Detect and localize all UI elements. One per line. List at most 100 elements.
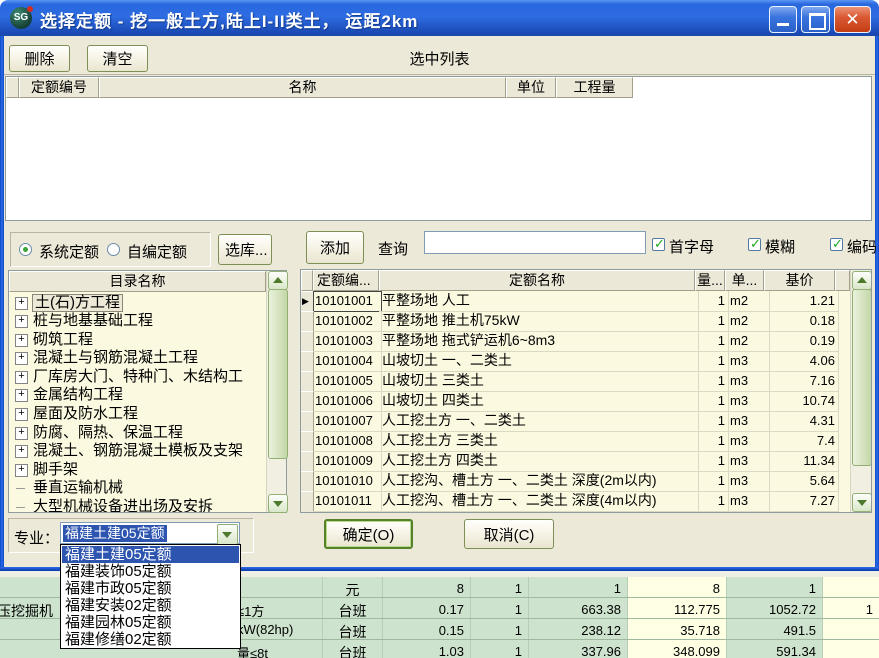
column-header-price[interactable]: 基价 [764, 270, 835, 291]
tree-item-label[interactable]: 防腐、隔热、保温工程 [33, 424, 183, 442]
column-header-quantity[interactable]: 量... [695, 270, 725, 291]
combobox-arrow-button[interactable] [217, 524, 238, 545]
tree-item[interactable]: 混凝土与钢筋混凝土工程 [9, 349, 266, 367]
tree-item-label[interactable]: 大型机械设备进出场及安拆 [33, 498, 213, 512]
dropdown-item[interactable]: 福建修缮02定额 [62, 631, 239, 648]
bg-desc-fragment: 量≤8t [237, 643, 268, 658]
add-button[interactable]: 添加 [306, 231, 364, 264]
checkbox-initial[interactable] [652, 238, 665, 251]
scroll-up-button[interactable] [852, 271, 872, 290]
tree-item-label[interactable]: 厂库房大门、特种门、木结构工 [33, 368, 243, 386]
column-header-unit[interactable]: 单位 [506, 77, 556, 98]
expand-icon[interactable] [15, 334, 28, 347]
tree-item[interactable]: 大型机械设备进出场及安拆 [9, 498, 266, 512]
cell-price: 4.31 [764, 411, 839, 432]
quota-table: 定额编... 定额名称 量... 单... 基价 10101001 平整场地 人… [300, 269, 872, 513]
checkbox-initial-label[interactable]: 首字母 [669, 236, 714, 257]
quota-row[interactable]: 10101003 平整场地 拖式铲运机6~8m3 1 m2 0.19 [301, 331, 850, 351]
dropdown-item[interactable]: 福建安装02定额 [62, 597, 239, 614]
expand-icon[interactable] [15, 371, 28, 384]
expand-icon[interactable] [15, 297, 28, 310]
scroll-up-button[interactable] [268, 271, 288, 290]
tree-item[interactable]: 垂直运输机械 [9, 479, 266, 497]
tree-item-label[interactable]: 砌筑工程 [33, 331, 93, 349]
expand-icon[interactable] [15, 352, 28, 365]
radio-custom-quota[interactable] [107, 243, 120, 256]
checkbox-fuzzy[interactable] [748, 238, 761, 251]
bg-cell: 591.34 [726, 640, 822, 658]
tree-item-label[interactable]: 垂直运输机械 [33, 479, 123, 497]
scroll-down-button[interactable] [268, 494, 288, 513]
app-icon: SG [10, 7, 32, 29]
tree-scrollbar[interactable] [266, 271, 286, 512]
radio-system-quota[interactable] [19, 243, 32, 256]
tree-item[interactable]: 砌筑工程 [9, 331, 266, 349]
close-icon: ✕ [845, 10, 859, 29]
close-button[interactable]: ✕ [834, 6, 871, 33]
minimize-button[interactable] [769, 6, 797, 33]
dropdown-item[interactable]: 福建园林05定额 [62, 614, 239, 631]
scrollbar-thumb[interactable] [268, 289, 288, 459]
quota-row[interactable]: 10101011 人工挖沟、槽土方 一、二类土 深度(4m以内) 1 m3 7.… [301, 491, 850, 511]
tree-item[interactable]: 混凝土、钢筋混凝土模板及支架 [9, 442, 266, 460]
column-header-name[interactable]: 名称 [99, 77, 506, 98]
tree-item[interactable]: 土(石)方工程 [9, 294, 266, 312]
tree-item-label[interactable]: 屋面及防水工程 [33, 405, 138, 423]
expand-icon[interactable] [15, 445, 28, 458]
major-dropdown-list: 福建土建05定额 福建装饰05定额 福建市政05定额 福建安装02定额 福建园林… [60, 544, 241, 649]
checkbox-code-label[interactable]: 编码 [847, 236, 877, 257]
column-header-unit[interactable]: 单... [725, 270, 764, 291]
tree-item[interactable]: 桩与地基基础工程 [9, 312, 266, 330]
screen: 元 8 1 1 8 1 压挖掘机 ≤1方 台班 0.17 1 663.38 11… [0, 0, 879, 658]
radio-custom-label[interactable]: 自编定额 [127, 241, 187, 262]
quota-row[interactable]: 10101005 山坡切土 三类土 1 m3 7.16 [301, 371, 850, 391]
expand-icon[interactable] [15, 464, 28, 477]
clear-button[interactable]: 清空 [87, 45, 148, 72]
quota-table-scrollbar[interactable] [850, 270, 871, 512]
ok-button[interactable]: 确定(O) [324, 519, 413, 549]
column-header-quantity[interactable]: 工程量 [556, 77, 633, 98]
tree-item[interactable]: 金属结构工程 [9, 386, 266, 404]
dropdown-item[interactable]: 福建土建05定额 [62, 546, 239, 563]
quota-row[interactable]: 10101007 人工挖土方 一、二类土 1 m3 4.31 [301, 411, 850, 431]
search-input[interactable] [424, 231, 646, 254]
quota-row[interactable]: 10101002 平整场地 推土机75kW 1 m2 0.18 [301, 311, 850, 331]
scrollbar-thumb[interactable] [852, 289, 872, 466]
checkbox-code[interactable] [830, 238, 843, 251]
dropdown-item[interactable]: 福建市政05定额 [62, 580, 239, 597]
select-library-button[interactable]: 选库... [218, 234, 272, 265]
expand-icon[interactable] [15, 427, 28, 440]
tree-item-label[interactable]: 混凝土、钢筋混凝土模板及支架 [33, 442, 243, 460]
tree-item-label[interactable]: 桩与地基基础工程 [33, 312, 153, 330]
quota-row[interactable]: 10101010 人工挖沟、槽土方 一、二类土 深度(2m以内) 1 m3 5.… [301, 471, 850, 491]
cell-qty: 1 [695, 311, 729, 332]
dropdown-item[interactable]: 福建装饰05定额 [62, 563, 239, 580]
column-header-code[interactable]: 定额编号 [19, 77, 99, 98]
radio-system-label[interactable]: 系统定额 [39, 241, 99, 262]
quota-row[interactable]: 10101001 平整场地 人工 1 m2 1.21 [301, 291, 850, 311]
maximize-button[interactable] [801, 6, 830, 33]
expand-icon[interactable] [15, 315, 28, 328]
quota-row[interactable]: 10101004 山坡切土 一、二类土 1 m3 4.06 [301, 351, 850, 371]
cancel-button[interactable]: 取消(C) [464, 519, 554, 549]
tree-item-label[interactable]: 土(石)方工程 [32, 294, 123, 312]
delete-button[interactable]: 删除 [9, 45, 70, 72]
quota-row[interactable]: 10101006 山坡切土 四类土 1 m3 10.74 [301, 391, 850, 411]
expand-icon[interactable] [15, 408, 28, 421]
column-header-code[interactable]: 定额编... [313, 270, 379, 291]
column-header-name[interactable]: 定额名称 [379, 270, 695, 291]
quota-row[interactable]: 10101009 人工挖土方 四类土 1 m3 11.34 [301, 451, 850, 471]
cell-qty: 1 [695, 291, 729, 312]
tree-item-label[interactable]: 金属结构工程 [33, 386, 123, 404]
tree-item[interactable]: 防腐、隔热、保温工程 [9, 424, 266, 442]
tree-item[interactable]: 脚手架 [9, 461, 266, 479]
quota-row[interactable]: 10101008 人工挖土方 三类土 1 m3 7.4 [301, 431, 850, 451]
tree-item[interactable]: 厂库房大门、特种门、木结构工 [9, 368, 266, 386]
scroll-down-button[interactable] [852, 493, 872, 512]
tree-item-label[interactable]: 混凝土与钢筋混凝土工程 [33, 349, 198, 367]
expand-icon[interactable] [15, 389, 28, 402]
tree-item-label[interactable]: 脚手架 [33, 461, 78, 479]
major-combobox[interactable]: 福建土建05定额 [60, 522, 240, 544]
tree-item[interactable]: 屋面及防水工程 [9, 405, 266, 423]
checkbox-fuzzy-label[interactable]: 模糊 [765, 236, 795, 257]
